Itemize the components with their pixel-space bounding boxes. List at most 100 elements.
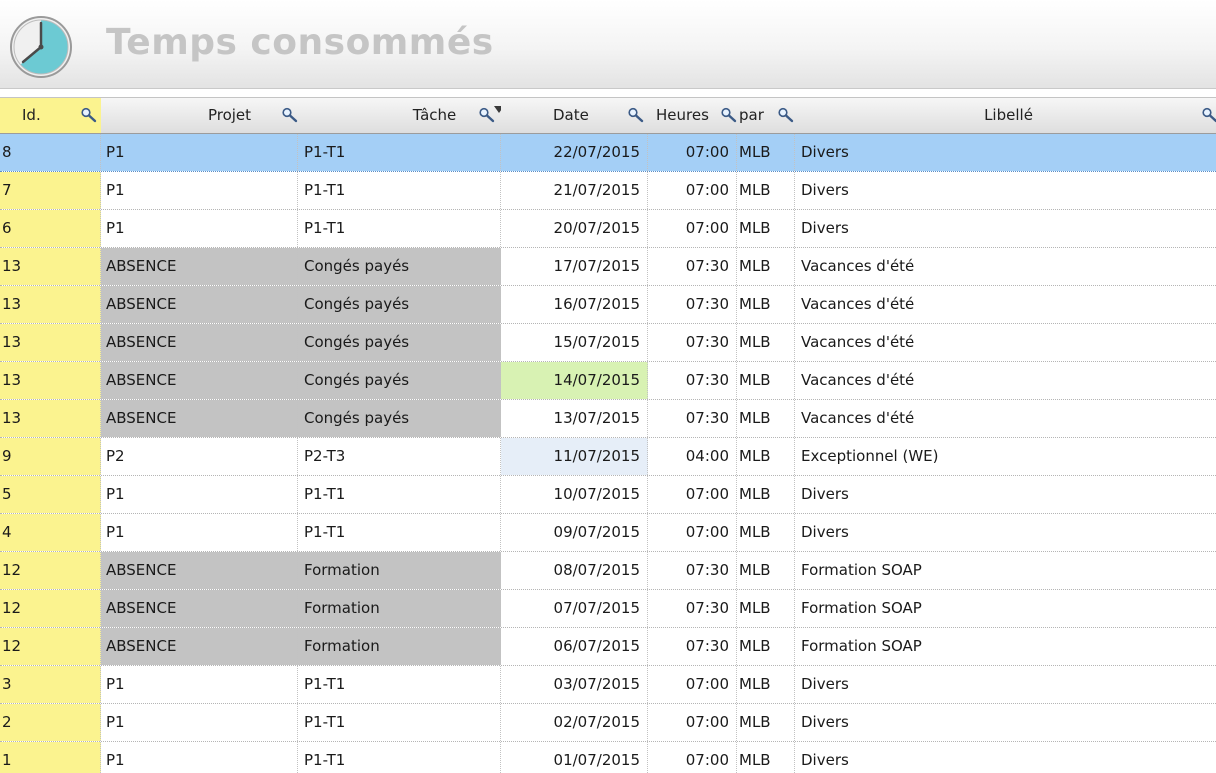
- cell-libelle[interactable]: Exceptionnel (WE): [795, 438, 1216, 475]
- cell-heures[interactable]: 07:30: [648, 552, 737, 589]
- cell-projet[interactable]: ABSENCE: [101, 628, 298, 665]
- cell-heures[interactable]: 07:30: [648, 400, 737, 437]
- cell-par[interactable]: MLB: [737, 210, 795, 247]
- cell-id[interactable]: 1: [0, 742, 101, 773]
- cell-par[interactable]: MLB: [737, 742, 795, 773]
- cell-id[interactable]: 7: [0, 172, 101, 209]
- column-header-projet[interactable]: Projet: [101, 98, 298, 133]
- cell-date[interactable]: 07/07/2015: [501, 590, 648, 627]
- cell-tache[interactable]: Congés payés: [298, 286, 501, 323]
- cell-par[interactable]: MLB: [737, 514, 795, 551]
- column-header-tache[interactable]: Tâche: [298, 98, 501, 133]
- cell-heures[interactable]: 07:00: [648, 514, 737, 551]
- cell-date[interactable]: 17/07/2015: [501, 248, 648, 285]
- cell-projet[interactable]: ABSENCE: [101, 552, 298, 589]
- cell-projet[interactable]: P1: [101, 666, 298, 703]
- cell-par[interactable]: MLB: [737, 438, 795, 475]
- cell-tache[interactable]: P2-T3: [298, 438, 501, 475]
- cell-projet[interactable]: P1: [101, 172, 298, 209]
- cell-projet[interactable]: P1: [101, 134, 298, 171]
- cell-id[interactable]: 13: [0, 400, 101, 437]
- cell-projet[interactable]: ABSENCE: [101, 286, 298, 323]
- cell-tache[interactable]: Congés payés: [298, 362, 501, 399]
- cell-libelle[interactable]: Divers: [795, 476, 1216, 513]
- cell-par[interactable]: MLB: [737, 666, 795, 703]
- cell-libelle[interactable]: Formation SOAP: [795, 590, 1216, 627]
- cell-date[interactable]: 10/07/2015: [501, 476, 648, 513]
- cell-heures[interactable]: 07:30: [648, 590, 737, 627]
- cell-par[interactable]: MLB: [737, 476, 795, 513]
- table-row[interactable]: 8 P1 P1-T1 22/07/2015 07:00 MLB Divers: [0, 134, 1216, 172]
- cell-tache[interactable]: P1-T1: [298, 704, 501, 741]
- cell-heures[interactable]: 07:30: [648, 362, 737, 399]
- cell-libelle[interactable]: Divers: [795, 742, 1216, 773]
- cell-par[interactable]: MLB: [737, 362, 795, 399]
- table-row[interactable]: 13 ABSENCE Congés payés 17/07/2015 07:30 MLB V…: [0, 248, 1216, 286]
- table-row[interactable]: 12 ABSENCE Formation 06/07/2015 07:30 MLB Form…: [0, 628, 1216, 666]
- cell-tache[interactable]: P1-T1: [298, 514, 501, 551]
- cell-projet[interactable]: P1: [101, 742, 298, 773]
- cell-libelle[interactable]: Divers: [795, 666, 1216, 703]
- cell-libelle[interactable]: Formation SOAP: [795, 552, 1216, 589]
- cell-date[interactable]: 22/07/2015: [501, 134, 648, 171]
- cell-heures[interactable]: 07:30: [648, 324, 737, 361]
- cell-par[interactable]: MLB: [737, 134, 795, 171]
- cell-par[interactable]: MLB: [737, 400, 795, 437]
- cell-heures[interactable]: 07:30: [648, 248, 737, 285]
- table-row[interactable]: 1 P1 P1-T1 01/07/2015 07:00 MLB Divers: [0, 742, 1216, 773]
- cell-id[interactable]: 9: [0, 438, 101, 475]
- cell-tache[interactable]: Formation: [298, 552, 501, 589]
- cell-libelle[interactable]: Divers: [795, 704, 1216, 741]
- cell-date[interactable]: 11/07/2015: [501, 438, 648, 475]
- magnifier-icon[interactable]: [777, 107, 795, 123]
- cell-id[interactable]: 12: [0, 590, 101, 627]
- cell-date[interactable]: 02/07/2015: [501, 704, 648, 741]
- cell-heures[interactable]: 07:00: [648, 172, 737, 209]
- cell-par[interactable]: MLB: [737, 704, 795, 741]
- cell-id[interactable]: 5: [0, 476, 101, 513]
- cell-id[interactable]: 13: [0, 324, 101, 361]
- cell-par[interactable]: MLB: [737, 286, 795, 323]
- table-row[interactable]: 9 P2 P2-T3 11/07/2015 04:00 MLB Exceptionnel (…: [0, 438, 1216, 476]
- magnifier-icon[interactable]: [627, 107, 645, 123]
- cell-libelle[interactable]: Divers: [795, 210, 1216, 247]
- cell-id[interactable]: 3: [0, 666, 101, 703]
- cell-tache[interactable]: Formation: [298, 590, 501, 627]
- cell-date[interactable]: 21/07/2015: [501, 172, 648, 209]
- cell-projet[interactable]: P2: [101, 438, 298, 475]
- cell-heures[interactable]: 07:00: [648, 210, 737, 247]
- table-row[interactable]: 4 P1 P1-T1 09/07/2015 07:00 MLB Divers: [0, 514, 1216, 552]
- cell-libelle[interactable]: Vacances d'été: [795, 400, 1216, 437]
- cell-tache[interactable]: P1-T1: [298, 210, 501, 247]
- cell-projet[interactable]: P1: [101, 704, 298, 741]
- cell-par[interactable]: MLB: [737, 552, 795, 589]
- cell-heures[interactable]: 07:30: [648, 628, 737, 665]
- cell-heures[interactable]: 07:00: [648, 742, 737, 773]
- cell-par[interactable]: MLB: [737, 590, 795, 627]
- table-row[interactable]: 6 P1 P1-T1 20/07/2015 07:00 MLB Divers: [0, 210, 1216, 248]
- cell-projet[interactable]: P1: [101, 210, 298, 247]
- sort-desc-icon[interactable]: [494, 105, 501, 115]
- cell-par[interactable]: MLB: [737, 628, 795, 665]
- cell-tache[interactable]: P1-T1: [298, 172, 501, 209]
- table-row[interactable]: 3 P1 P1-T1 03/07/2015 07:00 MLB Divers: [0, 666, 1216, 704]
- cell-id[interactable]: 4: [0, 514, 101, 551]
- cell-libelle[interactable]: Vacances d'été: [795, 286, 1216, 323]
- cell-heures[interactable]: 07:00: [648, 704, 737, 741]
- cell-par[interactable]: MLB: [737, 172, 795, 209]
- cell-par[interactable]: MLB: [737, 324, 795, 361]
- column-header-par[interactable]: par: [737, 98, 795, 133]
- cell-projet[interactable]: ABSENCE: [101, 400, 298, 437]
- cell-libelle[interactable]: Vacances d'été: [795, 362, 1216, 399]
- cell-date[interactable]: 09/07/2015: [501, 514, 648, 551]
- cell-id[interactable]: 13: [0, 286, 101, 323]
- cell-date[interactable]: 06/07/2015: [501, 628, 648, 665]
- cell-date[interactable]: 16/07/2015: [501, 286, 648, 323]
- cell-libelle[interactable]: Divers: [795, 134, 1216, 171]
- cell-date[interactable]: 20/07/2015: [501, 210, 648, 247]
- magnifier-icon[interactable]: [1201, 107, 1216, 123]
- column-header-heures[interactable]: Heures: [648, 98, 737, 133]
- cell-heures[interactable]: 04:00: [648, 438, 737, 475]
- cell-tache[interactable]: Congés payés: [298, 400, 501, 437]
- column-header-id[interactable]: Id.: [0, 98, 101, 133]
